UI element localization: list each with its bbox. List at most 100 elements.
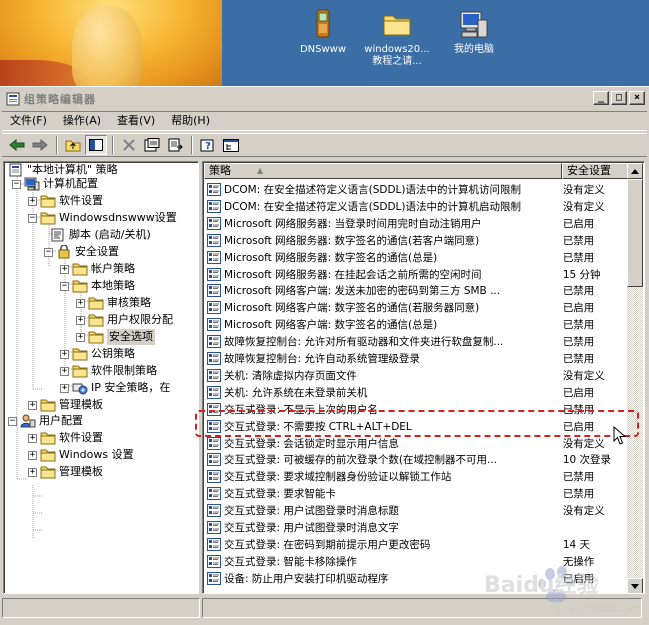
policy-row[interactable]: 交互式登录: 可被缓存的前次登录个数(在域控制器不可用... 10 次登录 xyxy=(204,451,628,468)
policy-row[interactable]: Microsoft 网络服务器: 数字签名的通信(若客户端同意) 已禁用 xyxy=(204,232,628,249)
policy-setting-icon xyxy=(207,521,221,534)
expand-node-button[interactable]: + xyxy=(76,332,85,342)
policy-row[interactable]: 交互式登录: 在密码到期前提示用户更改密码 14 天 xyxy=(204,536,628,553)
collapse-node-button[interactable]: − xyxy=(28,213,37,223)
expand-node-button[interactable]: + xyxy=(28,196,37,206)
menu-action[interactable]: 操作(A) xyxy=(55,112,109,130)
policy-setting-icon xyxy=(207,284,221,298)
tree-node[interactable]: + 管理模板 xyxy=(28,464,103,480)
policy-row[interactable]: Microsoft 网络客户端: 发送未加密的密码到第三方 SMB ... 已禁用 xyxy=(204,282,628,299)
policy-row[interactable]: 关机: 清除虚拟内存页面文件 没有定义 xyxy=(204,367,628,384)
delete-button[interactable] xyxy=(118,135,140,155)
desktop-icon-dnswww[interactable]: DNSwww xyxy=(283,8,363,56)
forward-icon xyxy=(32,139,48,151)
scroll-thumb[interactable] xyxy=(627,179,643,287)
console-tree-pane[interactable]: "本地计算机" 策略 − 计算机配置 + 软件设置 − Windowsdnswww设置 脚本 … xyxy=(3,161,199,594)
title-bar[interactable]: 组策略编辑器 _ □ × xyxy=(2,89,647,108)
tree-node[interactable]: − 安全设置 xyxy=(44,244,119,260)
collapse-node-button[interactable]: − xyxy=(60,281,69,291)
policy-setting-icon xyxy=(207,352,221,365)
tree-node[interactable]: + 审核策略 xyxy=(76,295,151,311)
tree-node[interactable]: + 帐户策略 xyxy=(60,261,135,277)
security-setting-value: 没有定义 xyxy=(562,369,605,382)
expand-node-button[interactable]: + xyxy=(60,366,69,376)
tree-node[interactable]: + IP 安全策略，在 xyxy=(60,380,170,396)
policy-row[interactable]: Microsoft 网络客户端: 数字签名的通信(若服务器同意) 已启用 xyxy=(204,299,628,316)
tree-node[interactable]: + Windows 设置 xyxy=(28,447,134,463)
maximize-button[interactable]: □ xyxy=(611,91,627,105)
policy-row[interactable]: 关机: 允许系统在未登录前关机 已启用 xyxy=(204,384,628,401)
tree-node-icon xyxy=(40,194,56,208)
expand-node-button[interactable]: + xyxy=(60,264,69,274)
expand-node-button[interactable]: + xyxy=(76,298,85,308)
menu-file[interactable]: 文件(F) xyxy=(2,112,55,130)
tree-node[interactable]: + 软件设置 xyxy=(28,430,103,446)
forward-button[interactable] xyxy=(29,135,51,155)
expand-node-button[interactable]: + xyxy=(60,383,69,393)
desktop-icon-windows-tutorial[interactable]: windows20... 教程之请... xyxy=(357,8,437,68)
expand-node-button[interactable]: + xyxy=(28,433,37,443)
policy-row[interactable]: Microsoft 网络服务器: 当登录时间用完时自动注销用户 已启用 xyxy=(204,215,628,232)
help-button[interactable]: ? xyxy=(197,135,219,155)
minimize-button[interactable]: _ xyxy=(593,91,609,105)
up-one-level-button[interactable] xyxy=(62,135,84,155)
policy-row[interactable]: 故障恢复控制台: 允许对所有驱动器和文件夹进行软盘复制... 已禁用 xyxy=(204,333,628,350)
tree-node[interactable]: 脚本 (启动/关机) xyxy=(50,227,151,243)
expand-node-button[interactable]: + xyxy=(76,315,85,325)
computer-icon xyxy=(24,177,40,191)
expand-node-button[interactable]: + xyxy=(28,450,37,460)
toolbar-separator xyxy=(191,136,193,154)
tree-node[interactable]: + 软件限制策略 xyxy=(60,363,157,379)
policy-row-highlighted[interactable]: 交互式登录: 不需要按 CTRL+ALT+DEL 已启用 xyxy=(204,418,628,435)
tree-node[interactable]: + 用户权限分配 xyxy=(76,312,173,328)
expand-node-button[interactable]: + xyxy=(28,400,37,410)
scroll-down-button[interactable] xyxy=(627,578,643,593)
expand-node-button[interactable]: + xyxy=(28,467,37,477)
tree-node[interactable]: − 用户配置 xyxy=(8,413,83,429)
desktop-icon-my-computer[interactable]: 我的电脑 xyxy=(434,8,514,56)
policy-row[interactable]: 交互式登录: 用户试图登录时消息文字 xyxy=(204,519,628,536)
vertical-scrollbar[interactable] xyxy=(627,163,643,593)
tree-node[interactable]: + 安全选项 xyxy=(76,329,155,345)
close-button[interactable]: × xyxy=(629,91,645,105)
policy-row[interactable]: 交互式登录: 智能卡移除操作 无操作 xyxy=(204,553,628,570)
policy-row[interactable]: Microsoft 网络客户端: 数字签名的通信(总是) 已禁用 xyxy=(204,316,628,333)
policy-row[interactable]: 交互式登录: 不显示上次的用户名 已禁用 xyxy=(204,401,628,418)
folder-icon xyxy=(72,263,88,276)
policy-setting-icon xyxy=(207,402,221,416)
column-header-setting[interactable]: 安全设置 xyxy=(562,163,628,179)
collapse-node-button[interactable]: − xyxy=(8,416,17,426)
folder-icon xyxy=(40,195,56,208)
menu-view[interactable]: 查看(V) xyxy=(109,112,163,130)
policy-row[interactable]: 交互式登录: 要求智能卡 已禁用 xyxy=(204,485,628,502)
policy-row[interactable]: 交互式登录: 会话锁定时显示用户信息 没有定义 xyxy=(204,435,628,452)
policy-list-pane[interactable]: 策略 ▲ 安全设置 DCOM: 在安全描述符定义语言(SDDL)语法中的计算机访… xyxy=(202,161,645,594)
collapse-node-button[interactable]: − xyxy=(44,247,53,257)
tree-node-label: Windows 设置 xyxy=(59,448,134,461)
properties-button[interactable] xyxy=(141,135,163,155)
column-header-policy[interactable]: 策略 ▲ xyxy=(204,163,562,179)
tree-node[interactable]: − Windowsdnswww设置 xyxy=(28,210,177,226)
show-hide-tree-button[interactable] xyxy=(85,135,107,155)
tree-node[interactable]: + 管理模板 xyxy=(28,397,103,413)
policy-row[interactable]: 交互式登录: 用户试图登录时消息标题 没有定义 xyxy=(204,502,628,519)
policy-row[interactable]: Microsoft 网络服务器: 在挂起会话之前所需的空闲时间 15 分钟 xyxy=(204,266,628,283)
expand-node-button[interactable]: + xyxy=(60,349,69,359)
back-button[interactable] xyxy=(6,135,28,155)
tree-node[interactable]: − 本地策略 xyxy=(60,278,135,294)
policy-row[interactable]: 交互式登录: 要求域控制器身份验证以解锁工作站 已禁用 xyxy=(204,468,628,485)
scroll-up-button[interactable] xyxy=(627,163,643,179)
tree-node[interactable]: + 软件设置 xyxy=(28,193,103,209)
tree-node[interactable]: − 计算机配置 xyxy=(12,176,98,192)
collapse-node-button[interactable]: − xyxy=(12,179,21,189)
policy-row[interactable]: Microsoft 网络服务器: 数字签名的通信(总是) 已禁用 xyxy=(204,249,628,266)
policy-row[interactable]: 故障恢复控制台: 允许自动系统管理级登录 已禁用 xyxy=(204,350,628,367)
policy-setting-icon xyxy=(207,436,221,450)
console-tree-button[interactable] xyxy=(220,135,242,155)
policy-row[interactable]: DCOM: 在安全描述符定义语言(SDDL)语法中的计算机访问限制 没有定义 xyxy=(204,181,628,198)
tree-node[interactable]: + 公钥策略 xyxy=(60,346,135,362)
policy-row[interactable]: 设备: 防止用户安装打印机驱动程序 已启用 xyxy=(204,570,628,587)
menu-help[interactable]: 帮助(H) xyxy=(163,112,218,130)
policy-row[interactable]: DCOM: 在安全描述符定义语言(SDDL)语法中的计算机启动限制 没有定义 xyxy=(204,198,628,215)
export-list-button[interactable] xyxy=(164,135,186,155)
